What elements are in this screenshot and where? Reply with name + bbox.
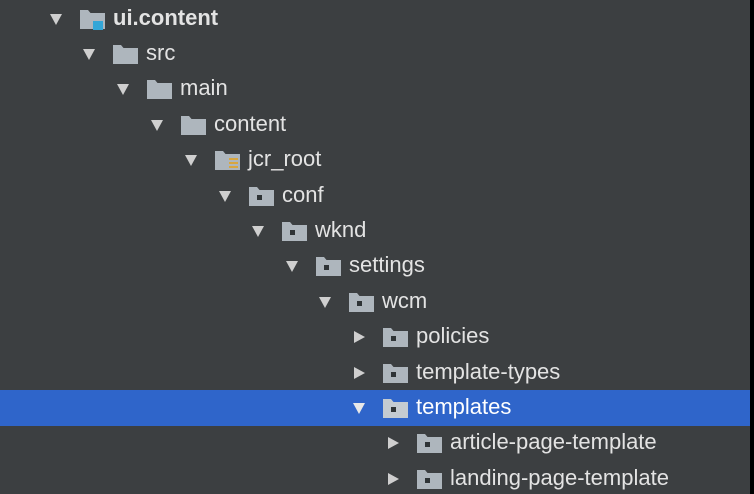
folder-icon — [180, 113, 207, 137]
resources-folder-icon — [214, 148, 241, 172]
package-folder-icon — [315, 254, 342, 278]
collapsed-chevron-icon[interactable] — [350, 364, 368, 382]
expanded-chevron-icon[interactable] — [182, 151, 200, 169]
tree-node-article-page-template[interactable]: article-page-template — [0, 426, 750, 461]
tree-node-label: main — [180, 75, 228, 101]
collapsed-chevron-icon[interactable] — [350, 328, 368, 346]
module-folder-icon — [79, 7, 106, 31]
package-folder-icon — [382, 325, 409, 349]
project-tree-panel: ui.content src main content jcr_root con… — [0, 0, 750, 494]
tree-node-landing-page-template[interactable]: landing-page-template — [0, 461, 750, 494]
tree-node-label: src — [146, 40, 176, 66]
tree-node-templates[interactable]: templates — [0, 390, 750, 426]
expanded-chevron-icon[interactable] — [80, 45, 98, 63]
tree-node-label: templates — [416, 393, 512, 419]
expanded-chevron-icon[interactable] — [350, 399, 368, 417]
tree-node-settings[interactable]: settings — [0, 249, 750, 284]
tree-node-content[interactable]: content — [0, 107, 750, 142]
package-folder-icon — [248, 184, 275, 208]
package-folder-icon — [281, 219, 308, 243]
tree-node-label: wknd — [315, 217, 367, 243]
folder-icon — [146, 77, 173, 101]
folder-icon — [112, 42, 139, 66]
tree-node-label: wcm — [382, 287, 428, 313]
tree-node-label: ui.content — [113, 4, 219, 30]
package-folder-icon — [416, 467, 443, 491]
tree-node-label: jcr_root — [248, 146, 322, 172]
package-folder-icon — [382, 396, 409, 420]
expanded-chevron-icon[interactable] — [216, 187, 234, 205]
expanded-chevron-icon[interactable] — [148, 116, 166, 134]
project-tree: ui.content src main content jcr_root con… — [0, 0, 750, 494]
expanded-chevron-icon[interactable] — [114, 80, 132, 98]
tree-node-ui-content[interactable]: ui.content — [0, 1, 750, 36]
tree-node-wknd[interactable]: wknd — [0, 213, 750, 248]
collapsed-chevron-icon[interactable] — [384, 434, 402, 452]
expanded-chevron-icon[interactable] — [249, 222, 267, 240]
expanded-chevron-icon[interactable] — [283, 257, 301, 275]
tree-node-wcm[interactable]: wcm — [0, 284, 750, 319]
tree-node-src[interactable]: src — [0, 36, 750, 71]
collapsed-chevron-icon[interactable] — [384, 470, 402, 488]
tree-node-label: conf — [282, 181, 324, 207]
tree-node-label: article-page-template — [450, 429, 657, 455]
tree-node-label: settings — [349, 252, 425, 278]
tree-node-label: policies — [416, 323, 490, 349]
package-folder-icon — [348, 290, 375, 314]
tree-node-template-types[interactable]: template-types — [0, 355, 750, 390]
tree-node-conf[interactable]: conf — [0, 178, 750, 213]
tree-node-label: template-types — [416, 358, 561, 384]
expanded-chevron-icon[interactable] — [316, 293, 334, 311]
tree-node-policies[interactable]: policies — [0, 320, 750, 355]
tree-node-label: landing-page-template — [450, 464, 669, 490]
tree-node-jcr-root[interactable]: jcr_root — [0, 143, 750, 178]
expanded-chevron-icon[interactable] — [47, 10, 65, 28]
package-folder-icon — [382, 361, 409, 385]
tree-node-main[interactable]: main — [0, 72, 750, 107]
package-folder-icon — [416, 431, 443, 455]
tree-node-label: content — [214, 110, 287, 136]
